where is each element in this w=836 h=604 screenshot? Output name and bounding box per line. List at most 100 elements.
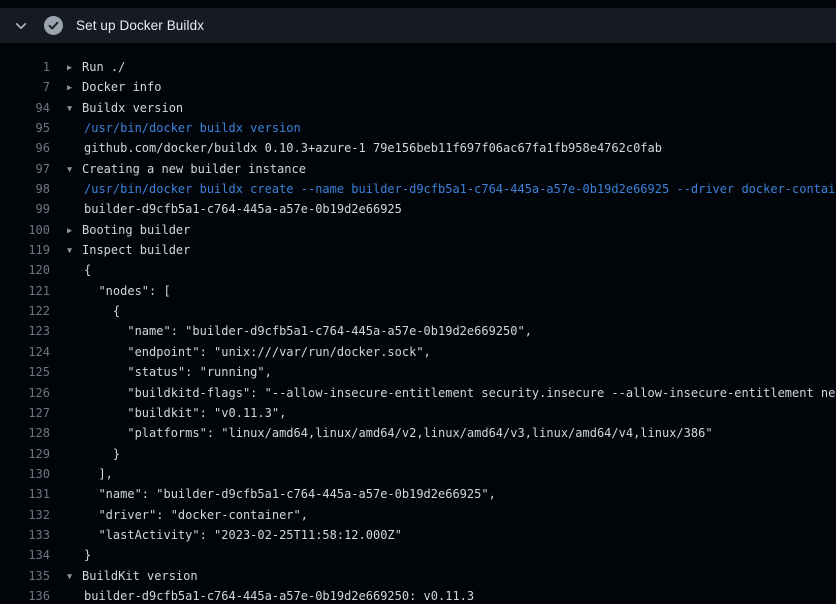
group-title: Run ./	[82, 60, 125, 74]
group-title: Docker info	[82, 80, 161, 94]
line-number[interactable]: 98	[0, 179, 50, 199]
line-number[interactable]: 121	[0, 281, 50, 301]
log-group-row[interactable]: 135 ▼BuildKit version	[0, 566, 836, 586]
log-line-row: 95/usr/bin/docker buildx version	[0, 118, 836, 138]
line-number[interactable]: 97	[0, 159, 50, 179]
check-circle-icon	[44, 16, 63, 35]
log-line-row: 96 github.com/docker/buildx 0.10.3+azure-…	[0, 138, 836, 158]
log-text: github.com/docker/buildx 0.10.3+azure-1 …	[84, 138, 662, 158]
log-group-row[interactable]: 7 ▶Docker info	[0, 77, 836, 97]
line-number[interactable]: 135	[0, 566, 50, 586]
log-text: builder-d9cfb5a1-c764-445a-a57e-0b19d2e6…	[84, 586, 474, 604]
line-number[interactable]: 99	[0, 199, 50, 219]
group-expanded-icon[interactable]: ▼	[67, 99, 82, 118]
line-number[interactable]: 119	[0, 240, 50, 260]
log-text: "driver": "docker-container",	[84, 505, 308, 525]
chevron-down-icon[interactable]	[14, 19, 28, 33]
line-number[interactable]: 134	[0, 545, 50, 565]
line-number[interactable]: 95	[0, 118, 50, 138]
log-text: "status": "running",	[84, 362, 272, 382]
log-text: "lastActivity": "2023-02-25T11:58:12.000…	[84, 525, 402, 545]
line-number[interactable]: 131	[0, 484, 50, 504]
group-title: Inspect builder	[82, 243, 190, 257]
line-number[interactable]: 120	[0, 260, 50, 280]
line-number[interactable]: 122	[0, 301, 50, 321]
group-collapsed-icon[interactable]: ▶	[67, 221, 82, 240]
step-header-setup-docker-buildx[interactable]: Set up Docker Buildx	[0, 8, 836, 43]
log-line-row: 130 ],	[0, 464, 836, 484]
log-line-row: 120 {	[0, 260, 836, 280]
log-text: "name": "builder-d9cfb5a1-c764-445a-a57e…	[84, 321, 532, 341]
group-content: ▶Booting builder	[67, 220, 190, 240]
group-expanded-icon[interactable]: ▼	[67, 160, 82, 179]
log-group-row[interactable]: 100 ▶Booting builder	[0, 220, 836, 240]
log-text: }	[84, 444, 120, 464]
group-expanded-icon[interactable]: ▼	[67, 241, 82, 260]
log-line-row: 126 "buildkitd-flags": "--allow-insecure…	[0, 383, 836, 403]
log-line-row: 131 "name": "builder-d9cfb5a1-c764-445a-…	[0, 484, 836, 504]
log-text: "platforms": "linux/amd64,linux/amd64/v2…	[84, 423, 713, 443]
log-line-row: 123 "name": "builder-d9cfb5a1-c764-445a-…	[0, 321, 836, 341]
line-number[interactable]: 136	[0, 586, 50, 604]
log-lines: 1▶Run ./7▶Docker info94▼Buildx version95…	[0, 43, 836, 604]
line-number[interactable]: 123	[0, 321, 50, 341]
log-line-row: 124 "endpoint": "unix:///var/run/docker.…	[0, 342, 836, 362]
log-line-row: 127 "buildkit": "v0.11.3",	[0, 403, 836, 423]
line-number[interactable]: 127	[0, 403, 50, 423]
group-content: ▼Inspect builder	[67, 240, 190, 260]
log-group-row[interactable]: 119 ▼Inspect builder	[0, 240, 836, 260]
line-number[interactable]: 132	[0, 505, 50, 525]
group-collapsed-icon[interactable]: ▶	[67, 78, 82, 97]
group-title: Booting builder	[82, 223, 190, 237]
log-text: }	[84, 545, 91, 565]
line-number[interactable]: 7	[0, 77, 50, 97]
line-number[interactable]: 133	[0, 525, 50, 545]
line-number[interactable]: 100	[0, 220, 50, 240]
log-text: "buildkit": "v0.11.3",	[84, 403, 286, 423]
group-content: ▶Run ./	[67, 57, 125, 77]
line-number[interactable]: 94	[0, 98, 50, 118]
group-content: ▼Buildx version	[67, 98, 183, 118]
log-text: "nodes": [	[84, 281, 171, 301]
log-text: "name": "builder-d9cfb5a1-c764-445a-a57e…	[84, 484, 496, 504]
log-line-row: 134}	[0, 545, 836, 565]
group-content: ▼BuildKit version	[67, 566, 198, 586]
line-number[interactable]: 124	[0, 342, 50, 362]
log-line-row: 128 "platforms": "linux/amd64,linux/amd6…	[0, 423, 836, 443]
log-text: "buildkitd-flags": "--allow-insecure-ent…	[84, 383, 836, 403]
line-number[interactable]: 128	[0, 423, 50, 443]
log-group-row[interactable]: 1 ▶Run ./	[0, 57, 836, 77]
group-title: Creating a new builder instance	[82, 162, 306, 176]
log-line-row: 99 builder-d9cfb5a1-c764-445a-a57e-0b19d2…	[0, 199, 836, 219]
log-text: "endpoint": "unix:///var/run/docker.sock…	[84, 342, 431, 362]
group-title: Buildx version	[82, 101, 183, 115]
log-text: {	[84, 260, 91, 280]
line-number[interactable]: 96	[0, 138, 50, 158]
log-line-row: 98/usr/bin/docker buildx create --name b…	[0, 179, 836, 199]
log-line-row: 133 "lastActivity": "2023-02-25T11:58:12…	[0, 525, 836, 545]
log-line-row: 129 }	[0, 444, 836, 464]
log-line-row: 125 "status": "running",	[0, 362, 836, 382]
log-line-row: 136 builder-d9cfb5a1-c764-445a-a57e-0b19d…	[0, 586, 836, 604]
log-group-row[interactable]: 94 ▼Buildx version	[0, 98, 836, 118]
group-title: BuildKit version	[82, 569, 198, 583]
line-number[interactable]: 126	[0, 383, 50, 403]
step-title: Set up Docker Buildx	[76, 18, 204, 33]
command-text: /usr/bin/docker buildx create --name bui…	[84, 179, 836, 199]
line-number[interactable]: 125	[0, 362, 50, 382]
group-content: ▼Creating a new builder instance	[67, 159, 306, 179]
line-number[interactable]: 130	[0, 464, 50, 484]
line-number[interactable]: 1	[0, 57, 50, 77]
command-text: /usr/bin/docker buildx version	[84, 118, 301, 138]
log-group-row[interactable]: 97 ▼Creating a new builder instance	[0, 159, 836, 179]
group-collapsed-icon[interactable]: ▶	[67, 58, 82, 77]
line-number[interactable]: 129	[0, 444, 50, 464]
log-text: {	[84, 301, 120, 321]
group-expanded-icon[interactable]: ▼	[67, 567, 82, 586]
group-content: ▶Docker info	[67, 77, 161, 97]
actions-log-viewer: Set up Docker Buildx 1▶Run ./7▶Docker in…	[0, 0, 836, 604]
log-text: ],	[84, 464, 113, 484]
log-line-row: 132 "driver": "docker-container",	[0, 505, 836, 525]
log-line-row: 121 "nodes": [	[0, 281, 836, 301]
log-text: builder-d9cfb5a1-c764-445a-a57e-0b19d2e6…	[84, 199, 402, 219]
